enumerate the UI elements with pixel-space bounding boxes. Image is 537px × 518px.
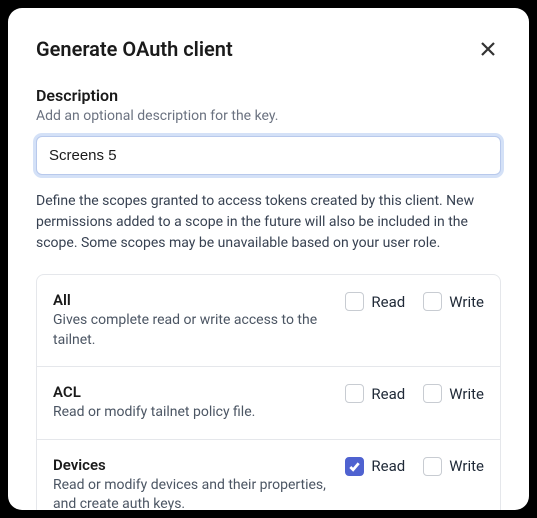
- read-checkbox[interactable]: [345, 384, 364, 403]
- description-input[interactable]: [36, 136, 501, 175]
- write-checkbox[interactable]: [423, 384, 442, 403]
- read-group: Read: [345, 384, 405, 403]
- description-label: Description: [36, 86, 501, 105]
- close-button[interactable]: [475, 36, 501, 62]
- write-label: Write: [449, 457, 484, 475]
- write-checkbox[interactable]: [423, 292, 442, 311]
- scope-desc: Gives complete read or write access to t…: [53, 311, 329, 350]
- dialog-header: Generate OAuth client: [36, 36, 501, 62]
- read-checkbox[interactable]: [345, 457, 364, 476]
- checkmark-icon: [348, 460, 361, 473]
- scope-name: Devices: [53, 456, 329, 474]
- read-checkbox[interactable]: [345, 292, 364, 311]
- scope-desc: Read or modify devices and their propert…: [53, 476, 329, 510]
- scope-name: All: [53, 291, 329, 309]
- scope-controls: Read Write: [345, 456, 484, 476]
- read-label: Read: [371, 293, 405, 311]
- scope-info: All Gives complete read or write access …: [53, 291, 345, 350]
- dialog-title: Generate OAuth client: [36, 37, 233, 61]
- scope-row-devices: Devices Read or modify devices and their…: [37, 440, 500, 510]
- write-group: Write: [423, 457, 484, 476]
- scope-controls: Read Write: [345, 383, 484, 403]
- write-group: Write: [423, 292, 484, 311]
- oauth-dialog: Generate OAuth client Description Add an…: [8, 8, 529, 510]
- scope-desc: Read or modify tailnet policy file.: [53, 403, 329, 423]
- close-icon: [479, 40, 497, 58]
- scopes-hint: Define the scopes granted to access toke…: [36, 191, 501, 254]
- scope-controls: Read Write: [345, 291, 484, 311]
- read-label: Read: [371, 457, 405, 475]
- scope-name: ACL: [53, 383, 329, 401]
- write-label: Write: [449, 293, 484, 311]
- write-label: Write: [449, 385, 484, 403]
- description-hint: Add an optional description for the key.: [36, 108, 501, 124]
- scope-row-all: All Gives complete read or write access …: [37, 275, 500, 367]
- write-group: Write: [423, 384, 484, 403]
- scopes-list: All Gives complete read or write access …: [36, 274, 501, 510]
- read-label: Read: [371, 385, 405, 403]
- write-checkbox[interactable]: [423, 457, 442, 476]
- scope-info: Devices Read or modify devices and their…: [53, 456, 345, 510]
- read-group: Read: [345, 292, 405, 311]
- scope-row-acl: ACL Read or modify tailnet policy file. …: [37, 367, 500, 440]
- scope-info: ACL Read or modify tailnet policy file.: [53, 383, 345, 423]
- read-group: Read: [345, 457, 405, 476]
